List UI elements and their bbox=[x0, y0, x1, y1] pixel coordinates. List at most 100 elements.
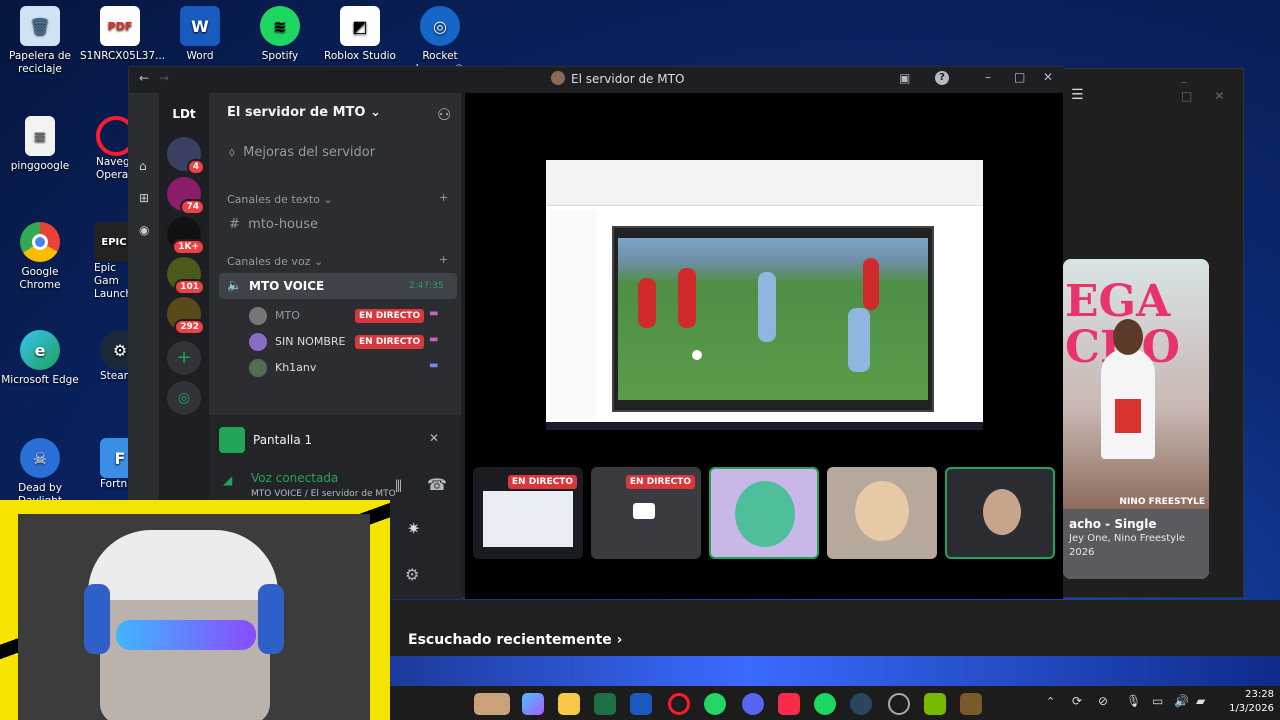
add-server-icon[interactable]: + bbox=[167, 341, 201, 375]
microphone-icon[interactable]: 🎙 bbox=[1126, 694, 1141, 708]
channel-mto-house[interactable]: # mto-house bbox=[229, 217, 481, 232]
server-icon-6[interactable]: 292 bbox=[167, 297, 205, 335]
disconnect-icon[interactable]: ☎ bbox=[427, 475, 447, 494]
user-tile[interactable] bbox=[827, 467, 937, 559]
voice-user[interactable]: MTO EN DIRECTO ▬ bbox=[249, 305, 459, 327]
album-card[interactable]: EGA CHO NINO FREESTYLE acho - Single Jey… bbox=[1063, 259, 1209, 579]
speaker-icon: 🔈 bbox=[227, 278, 242, 292]
stop-share-icon[interactable]: ✕ bbox=[429, 431, 439, 445]
user-tile[interactable] bbox=[709, 467, 819, 559]
main-stream[interactable] bbox=[546, 160, 983, 430]
pinggoogle-shortcut[interactable]: ≡ pinggoogle bbox=[0, 116, 80, 173]
avatar bbox=[983, 489, 1021, 535]
fortnite-shortcut[interactable]: F Fortni bbox=[90, 438, 140, 491]
player-figure bbox=[863, 258, 879, 310]
volume-icon[interactable]: 🔊 bbox=[1174, 694, 1189, 708]
opera-icon[interactable] bbox=[668, 693, 690, 715]
screen-share-icon bbox=[219, 427, 245, 453]
obs-icon[interactable] bbox=[888, 693, 910, 715]
minecraft-icon[interactable] bbox=[960, 693, 982, 715]
clock-date[interactable]: 1/3/2026 bbox=[1216, 703, 1274, 714]
spotify-icon[interactable] bbox=[814, 693, 836, 715]
soundboard-icon[interactable]: ✷ bbox=[407, 519, 420, 538]
podcast-icon[interactable]: ◉ bbox=[139, 223, 149, 237]
artist-head bbox=[1113, 319, 1143, 355]
spotify-shortcut[interactable]: ≋ Spotify bbox=[240, 6, 320, 63]
whatsapp-icon[interactable] bbox=[704, 693, 726, 715]
voice-category[interactable]: Canales de voz ⌄ + bbox=[227, 253, 479, 268]
voice-user[interactable]: Kh1anv ▬ bbox=[249, 357, 459, 379]
settings-icon[interactable]: ⚙ bbox=[405, 565, 419, 584]
text-category[interactable]: Canales de texto ⌄ + bbox=[227, 191, 479, 206]
apps-icon[interactable]: ⊞ bbox=[139, 191, 149, 205]
word-shortcut[interactable]: W Word bbox=[160, 6, 240, 63]
server-ldt[interactable]: LDt bbox=[167, 97, 201, 131]
invite-icon[interactable]: ⚇ bbox=[437, 105, 451, 124]
close-icon[interactable]: ✕ bbox=[1043, 70, 1053, 84]
recently-played-link[interactable]: Escuchado recientemente › bbox=[408, 632, 622, 648]
voice-channel-mto-voice[interactable]: 🔈 MTO VOICE 2:47:35 bbox=[219, 273, 457, 299]
menu-icon[interactable]: ☰ bbox=[1071, 87, 1084, 103]
excel-icon[interactable] bbox=[594, 693, 616, 715]
unread-badge: 292 bbox=[174, 319, 205, 335]
minimize-icon[interactable]: – bbox=[985, 70, 991, 84]
server-icon-3[interactable]: 74 bbox=[167, 177, 205, 215]
add-channel-icon[interactable]: + bbox=[439, 191, 448, 204]
rocket-league-icon: ◎ bbox=[420, 6, 460, 46]
screen-icon bbox=[633, 503, 655, 519]
server-icon-4[interactable]: 1K+ bbox=[167, 217, 205, 255]
dbd-icon: ☠ bbox=[20, 438, 60, 478]
add-voice-channel-icon[interactable]: + bbox=[439, 253, 448, 266]
forward-arrow-icon[interactable]: → bbox=[159, 71, 169, 85]
pdf-icon: PDF bbox=[100, 6, 140, 46]
headset-right bbox=[258, 584, 284, 654]
voice-timer: 2:47:35 bbox=[409, 281, 444, 291]
unread-badge: 74 bbox=[180, 199, 205, 215]
server-name-header[interactable]: El servidor de MTO ⌄ bbox=[227, 105, 381, 120]
edge-shortcut[interactable]: e Microsoft Edge bbox=[0, 330, 80, 387]
chrome-shortcut[interactable]: Google Chrome bbox=[0, 222, 80, 292]
server-icon-5[interactable]: 101 bbox=[167, 257, 205, 295]
sync-icon[interactable]: ⟳ bbox=[1072, 694, 1082, 708]
nvidia-icon[interactable] bbox=[924, 693, 946, 715]
live-badge: EN DIRECTO bbox=[625, 475, 695, 489]
battery-icon[interactable]: ▰ bbox=[1196, 694, 1205, 708]
roblox-studio-shortcut[interactable]: ◩ Roblox Studio bbox=[320, 6, 400, 63]
folder-icon[interactable] bbox=[558, 693, 580, 715]
noise-icon[interactable]: ⦀ bbox=[395, 477, 402, 497]
voice-user[interactable]: SIN NOMBRE EN DIRECTO ▬ bbox=[249, 331, 459, 353]
server-icon-2[interactable]: 4 bbox=[167, 137, 205, 175]
tray-chevron-icon[interactable]: ⌃ bbox=[1046, 695, 1055, 708]
live-badge: EN DIRECTO bbox=[355, 335, 425, 349]
window-controls[interactable]: –□✕ bbox=[1181, 75, 1246, 103]
dead-by-daylight-shortcut[interactable]: ☠ Dead by Daylight bbox=[0, 438, 80, 508]
no-wifi-icon[interactable]: ⊘ bbox=[1098, 694, 1108, 708]
back-arrow-icon[interactable]: ← bbox=[139, 71, 149, 85]
home-icon[interactable]: ⌂ bbox=[139, 159, 147, 173]
copilot-icon[interactable] bbox=[522, 693, 544, 715]
track-title[interactable]: acho - Single bbox=[1069, 517, 1156, 531]
music-icon[interactable] bbox=[778, 693, 800, 715]
word-icon[interactable] bbox=[630, 693, 652, 715]
server-boost-item[interactable]: ⬨ Mejoras del servidor bbox=[229, 145, 481, 160]
stream-tile[interactable]: EN DIRECTO bbox=[473, 467, 583, 559]
display-icon[interactable]: ▭ bbox=[1152, 694, 1163, 708]
user-tile[interactable] bbox=[945, 467, 1055, 559]
clock-time[interactable]: 23:28 bbox=[1226, 689, 1274, 700]
inbox-icon[interactable]: ▣ bbox=[899, 71, 910, 85]
shortcut-label: Papelera de reciclaje bbox=[8, 50, 71, 75]
discord-icon[interactable] bbox=[742, 693, 764, 715]
stream-tile[interactable]: EN DIRECTO bbox=[591, 467, 701, 559]
epic-shortcut[interactable]: EPIC Epic Gam Launch bbox=[82, 222, 134, 301]
steam-icon[interactable] bbox=[850, 693, 872, 715]
maximize-icon[interactable]: □ bbox=[1014, 70, 1025, 84]
weather-widget[interactable] bbox=[474, 693, 510, 715]
track-artists[interactable]: Jey One, Nino Freestyle bbox=[1069, 533, 1185, 544]
help-icon[interactable]: ? bbox=[935, 71, 949, 85]
live-badge: EN DIRECTO bbox=[355, 309, 425, 323]
pdf-shortcut[interactable]: PDF S1NRCX05L37... bbox=[80, 6, 165, 63]
steam-shortcut[interactable]: ⚙ Steam bbox=[86, 330, 140, 383]
shortcut-label: Microsoft Edge bbox=[1, 374, 79, 386]
recycle-bin-shortcut[interactable]: 🗑 Papelera de reciclaje bbox=[0, 6, 80, 76]
explore-icon[interactable]: ◎ bbox=[167, 381, 201, 415]
